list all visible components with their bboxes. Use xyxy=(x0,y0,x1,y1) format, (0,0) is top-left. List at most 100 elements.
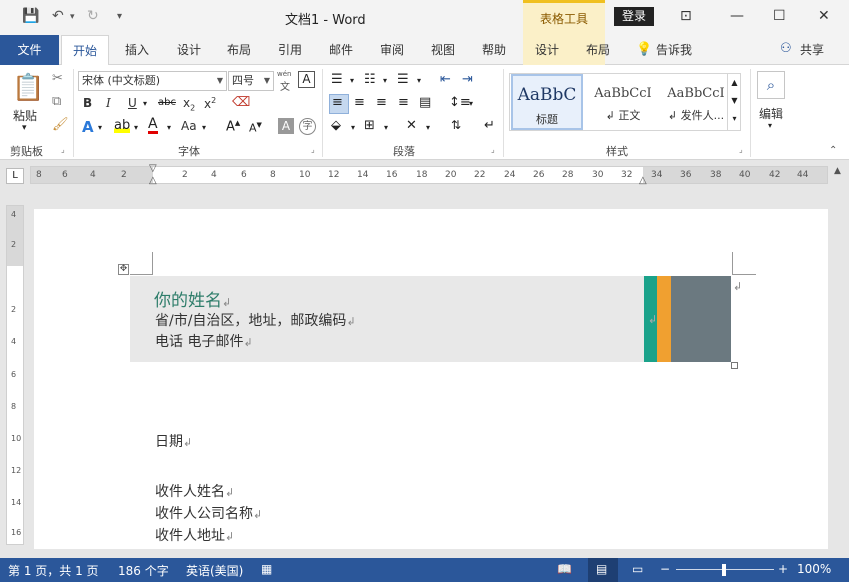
text-effects-dropdown-icon[interactable]: ▾ xyxy=(98,123,102,132)
borders-icon[interactable]: ⊞ xyxy=(364,118,375,133)
font-color-dropdown-icon[interactable]: ▾ xyxy=(167,123,171,132)
tab-view[interactable]: 视图 xyxy=(424,35,462,65)
change-case-icon[interactable]: Aa xyxy=(181,119,197,133)
font-color-icon[interactable]: A xyxy=(148,117,158,134)
tab-table-design[interactable]: 设计 xyxy=(528,35,566,65)
clear-formatting-icon[interactable]: ⌫ xyxy=(232,95,250,110)
zoom-out-icon[interactable]: − xyxy=(660,562,670,576)
align-right-icon[interactable]: ≡ xyxy=(376,95,387,110)
font-size-combo[interactable]: 四号 ▼ xyxy=(228,71,274,91)
editing-dropdown-icon[interactable]: ▾ xyxy=(768,121,772,130)
line-spacing-dropdown-icon[interactable]: ▾ xyxy=(469,99,473,108)
paste-dropdown-icon[interactable]: ▾ xyxy=(22,123,27,133)
line-spacing-icon[interactable]: ↕≡ xyxy=(449,95,471,110)
tab-mailings[interactable]: 邮件 xyxy=(322,35,360,65)
increase-indent-icon[interactable]: ⇥ xyxy=(462,72,473,87)
asian-layout-icon[interactable]: ✕ xyxy=(406,118,417,133)
tab-home[interactable]: 开始 xyxy=(61,35,109,66)
tab-help[interactable]: 帮助 xyxy=(475,35,513,65)
align-center-icon[interactable]: ≡ xyxy=(354,95,365,110)
strikethrough-icon[interactable]: abc xyxy=(158,97,176,108)
asian-layout-dropdown-icon[interactable]: ▾ xyxy=(426,123,430,132)
recipient-address[interactable]: 收件人地址↲ xyxy=(155,525,234,545)
table-resize-handle[interactable] xyxy=(731,362,738,369)
font-launcher-icon[interactable]: ⌟ xyxy=(311,145,315,154)
table-move-handle-icon[interactable]: ✥ xyxy=(118,264,129,275)
copy-icon[interactable]: ⧉ xyxy=(52,94,61,109)
read-mode-icon[interactable]: 📖 xyxy=(557,562,572,576)
phonetic-guide-char[interactable]: 文 xyxy=(280,78,290,93)
shading-icon[interactable]: ⬙ xyxy=(331,118,341,133)
close-icon[interactable]: ✕ xyxy=(818,8,830,24)
zoom-in-icon[interactable]: + xyxy=(778,562,788,576)
bullets-icon[interactable]: ☰ xyxy=(331,72,343,87)
vertical-scrollbar[interactable]: ▲ xyxy=(828,166,849,558)
scroll-up-icon[interactable]: ▲ xyxy=(834,166,841,176)
tab-layout[interactable]: 布局 xyxy=(220,35,258,65)
cut-icon[interactable]: ✂ xyxy=(52,71,63,86)
distributed-icon[interactable]: ▤ xyxy=(419,95,431,110)
subscript-icon[interactable]: x2 xyxy=(183,96,195,112)
numbering-icon[interactable]: ☷ xyxy=(364,72,376,87)
grow-font-icon[interactable]: A▲ xyxy=(226,119,240,134)
character-shading-icon[interactable]: A xyxy=(278,118,294,134)
tab-selector[interactable]: L xyxy=(6,168,24,184)
customize-toolbar-icon[interactable]: ▾ xyxy=(117,11,122,22)
language[interactable]: 英语(美国) xyxy=(186,562,243,579)
underline-dropdown-icon[interactable]: ▾ xyxy=(143,99,147,108)
style-normal[interactable]: AaBbCcI ↲ 正文 xyxy=(587,74,659,130)
shrink-font-icon[interactable]: A▼ xyxy=(249,121,262,135)
collapse-ribbon-icon[interactable]: ⌃ xyxy=(829,145,837,156)
clipboard-launcher-icon[interactable]: ⌟ xyxy=(61,145,65,154)
login-button[interactable]: 登录 xyxy=(614,7,654,26)
minimize-icon[interactable]: — xyxy=(730,8,744,24)
change-case-dropdown-icon[interactable]: ▾ xyxy=(202,123,206,132)
tab-file[interactable]: 文件 xyxy=(0,35,59,65)
web-layout-icon[interactable]: ▭ xyxy=(632,562,643,576)
highlight-icon[interactable]: ab xyxy=(114,118,131,133)
highlight-dropdown-icon[interactable]: ▾ xyxy=(134,123,138,132)
date-line[interactable]: 日期↲ xyxy=(155,431,192,451)
tab-insert[interactable]: 插入 xyxy=(118,35,156,65)
paste-label[interactable]: 粘贴 xyxy=(13,107,37,124)
format-painter-icon[interactable]: 🖌 xyxy=(52,117,69,132)
search-icon[interactable]: ⌕ xyxy=(757,71,785,99)
right-indent-marker[interactable]: △ xyxy=(639,175,647,186)
word-count[interactable]: 186 个字 xyxy=(118,562,169,579)
tell-me-search[interactable]: 告诉我 xyxy=(654,35,694,65)
hanging-indent-marker[interactable]: △ xyxy=(149,175,157,186)
document-page[interactable] xyxy=(34,209,828,549)
style-sender[interactable]: AaBbCcI ↲ 发件人... xyxy=(660,74,732,130)
zoom-level[interactable]: 100% xyxy=(797,562,831,576)
sender-address[interactable]: 省/市/自治区，地址，邮政编码↲ xyxy=(155,310,356,330)
sender-contact[interactable]: 电话 电子邮件↲ xyxy=(155,331,253,351)
multilevel-list-icon[interactable]: ☰ xyxy=(397,72,409,87)
style-title[interactable]: AaBbC 标题 xyxy=(511,74,583,130)
share-button[interactable]: 共享 xyxy=(796,35,828,65)
horizontal-ruler[interactable]: ▽ △ △ xyxy=(30,163,828,186)
text-effects-icon[interactable]: A xyxy=(82,118,94,136)
superscript-icon[interactable]: x2 xyxy=(204,96,216,111)
first-line-indent-marker[interactable]: ▽ xyxy=(149,163,157,174)
tab-table-layout[interactable]: 布局 xyxy=(579,35,617,65)
borders-dropdown-icon[interactable]: ▾ xyxy=(384,123,388,132)
bullets-dropdown-icon[interactable]: ▾ xyxy=(350,76,354,85)
styles-launcher-icon[interactable]: ⌟ xyxy=(739,145,743,154)
paragraph-launcher-icon[interactable]: ⌟ xyxy=(491,145,495,154)
tab-design[interactable]: 设计 xyxy=(170,35,208,65)
maximize-icon[interactable]: ☐ xyxy=(773,8,786,24)
phonetic-guide-wen[interactable]: wén xyxy=(277,70,291,78)
styles-more-icon[interactable]: ▾ xyxy=(728,110,741,128)
font-name-combo[interactable]: 宋体 (中文标题) ▼ xyxy=(78,71,227,91)
ribbon-display-options-icon[interactable]: ⊡ xyxy=(680,8,692,24)
underline-icon[interactable]: U xyxy=(128,96,137,110)
recipient-company[interactable]: 收件人公司名称↲ xyxy=(155,503,262,523)
tab-review[interactable]: 审阅 xyxy=(373,35,411,65)
editing-label[interactable]: 编辑 xyxy=(759,105,783,122)
styles-scroll-down-icon[interactable]: ▼ xyxy=(728,92,741,110)
undo-dropdown-icon[interactable]: ▾ xyxy=(70,12,75,22)
undo-icon[interactable]: ↶ xyxy=(52,8,64,24)
zoom-slider-thumb[interactable] xyxy=(722,564,726,576)
bold-icon[interactable]: B xyxy=(83,96,92,110)
page-count[interactable]: 第 1 页，共 1 页 xyxy=(8,562,99,579)
